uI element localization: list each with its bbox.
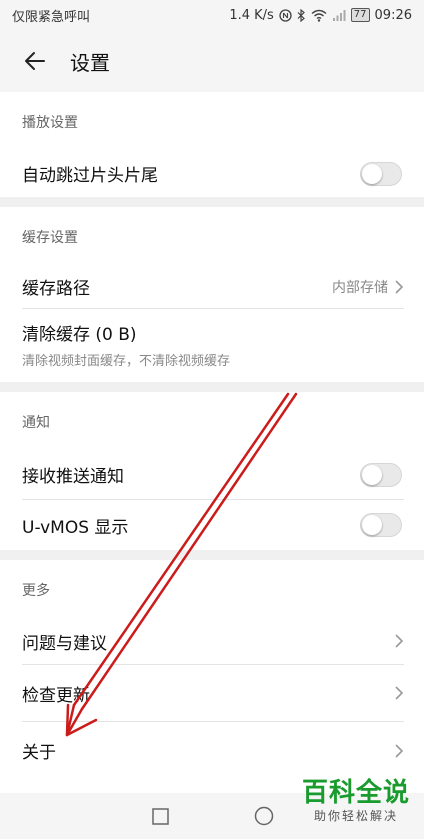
uvmos-label: U-vMOS 显示 <box>22 517 129 538</box>
clock: 09:26 <box>374 7 412 23</box>
watermark-title: 百科全说 <box>301 778 410 808</box>
section-header: 缓存设置 <box>22 230 78 246</box>
back-button[interactable] <box>0 30 70 92</box>
wifi-icon <box>311 9 327 22</box>
cache-path-label: 缓存路径 <box>22 279 90 299</box>
watermark-subtitle: 助你轻松解决 <box>313 809 398 823</box>
section-header: 通知 <box>22 415 50 431</box>
home-button[interactable] <box>247 799 281 833</box>
auto-skip-row[interactable]: 自动跳过片头片尾 <box>22 150 404 197</box>
clear-cache-label: 清除缓存 (0 B) <box>22 324 137 345</box>
page-title: 设置 <box>70 50 110 75</box>
section-header: 更多 <box>22 583 50 599</box>
auto-skip-toggle[interactable] <box>360 161 402 186</box>
about-label: 关于 <box>22 743 56 763</box>
arrow-left-icon <box>25 52 45 70</box>
signal-icon <box>332 9 346 21</box>
cache-path-value: 内部存储 <box>332 279 388 296</box>
check-update-label: 检查更新 <box>22 685 90 706</box>
cache-path-row[interactable]: 缓存路径 内部存储 <box>22 265 404 309</box>
network-speed: 1.4 K/s <box>229 7 274 23</box>
check-update-row[interactable]: 检查更新 <box>22 665 404 722</box>
uvmos-toggle[interactable] <box>360 513 402 537</box>
chevron-right-icon <box>395 686 404 700</box>
battery-icon: 77 <box>350 8 370 22</box>
notify-section: 通知 接收推送通知 U-vMOS 显示 <box>0 392 424 550</box>
watermark-logo: 百科全说 助你轻松解决 <box>296 778 416 824</box>
carrier-text: 仅限紧急呼叫 <box>12 9 91 25</box>
clear-cache-row[interactable]: 清除缓存 (0 B) 清除视频封面缓存，不清除视频缓存 <box>22 309 404 379</box>
push-notify-toggle[interactable] <box>360 462 402 487</box>
push-notify-row[interactable]: 接收推送通知 <box>22 450 404 500</box>
nfc-icon <box>279 8 292 22</box>
chevron-right-icon <box>395 743 404 758</box>
circle-icon <box>254 806 274 826</box>
feedback-label: 问题与建议 <box>22 633 107 654</box>
chevron-right-icon <box>395 634 404 648</box>
status-icons: 1.4 K/s 77 09:26 <box>229 8 412 23</box>
feedback-row[interactable]: 问题与建议 <box>22 618 404 665</box>
uvmos-row[interactable]: U-vMOS 显示 <box>22 500 404 550</box>
recents-button[interactable] <box>143 799 177 833</box>
playback-section: 播放设置 自动跳过片头片尾 <box>0 92 424 197</box>
status-bar: 仅限紧急呼叫 1.4 K/s 77 09:26 <box>0 0 424 30</box>
bluetooth-icon <box>297 8 305 22</box>
clear-cache-description: 清除视频封面缓存，不清除视频缓存 <box>22 353 231 369</box>
push-notify-label: 接收推送通知 <box>22 467 124 487</box>
auto-skip-label: 自动跳过片头片尾 <box>22 166 158 186</box>
title-bar: 设置 <box>0 30 424 92</box>
square-icon <box>151 807 169 825</box>
about-row[interactable]: 关于 <box>22 722 404 779</box>
chevron-right-icon <box>395 279 404 294</box>
more-section: 更多 问题与建议 检查更新 关于 <box>0 560 424 793</box>
section-header: 播放设置 <box>22 115 78 131</box>
cache-section: 缓存设置 缓存路径 内部存储 清除缓存 (0 B) 清除视频封面缓存，不清除视频… <box>0 207 424 382</box>
